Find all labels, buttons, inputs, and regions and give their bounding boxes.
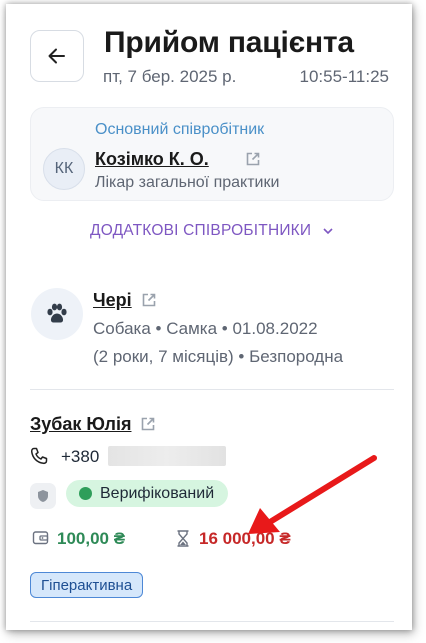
behavior-tag: Гіперактивна (30, 572, 144, 598)
verification-badge: Верифікований (66, 480, 229, 507)
hourglass-icon (176, 530, 190, 552)
back-arrow-icon (48, 48, 65, 64)
phone-number-redacted (108, 446, 226, 466)
verification-label: Верифікований (100, 484, 215, 502)
appointment-date: пт, 7 бер. 2025 р. (103, 67, 237, 86)
annotation-arrow-icon (248, 455, 377, 534)
pet-name-link[interactable]: Чері (93, 290, 132, 311)
avatar: КК (43, 148, 85, 190)
staff-position: Лікар загальної практики (95, 174, 280, 191)
wallet-icon (32, 529, 49, 551)
divider (30, 389, 394, 390)
shield-icon (30, 483, 56, 509)
external-link-icon[interactable] (141, 292, 157, 313)
back-button[interactable] (30, 30, 84, 82)
pet-details-line2: (2 роки, 7 місяців) • Безпородна (93, 347, 344, 366)
paw-icon (47, 303, 67, 323)
main-staff-card: Основний співробітник КК Козімко К. О. Л… (30, 107, 394, 201)
chevron-down-icon (323, 228, 333, 235)
pet-avatar (31, 288, 83, 340)
owner-phone[interactable]: +380 (61, 447, 99, 467)
external-link-icon[interactable] (140, 416, 156, 437)
owner-name-link[interactable]: Зубак Юлія (30, 414, 131, 435)
status-dot (79, 487, 92, 500)
additional-staff-label: ДОДАТКОВІ СПІВРОБІТНИКИ (90, 222, 312, 239)
additional-staff-toggle[interactable]: ДОДАТКОВІ СПІВРОБІТНИКИ (90, 222, 334, 240)
staff-role-label: Основний співробітник (95, 121, 265, 138)
phone-icon (30, 447, 48, 470)
appointment-panel: Прийом пацієнта пт, 7 бер. 2025 р. 10:55… (6, 4, 412, 630)
divider (30, 621, 394, 622)
appointment-time: 10:55-11:25 (299, 67, 389, 86)
owner-balance: 100,00 ₴ (57, 529, 126, 548)
staff-name-link[interactable]: Козімко К. О. (95, 149, 209, 170)
pet-details-line1: Собака • Самка • 01.08.2022 (93, 319, 318, 338)
external-link-icon[interactable] (245, 151, 261, 172)
page-title: Прийом пацієнта (104, 26, 354, 59)
